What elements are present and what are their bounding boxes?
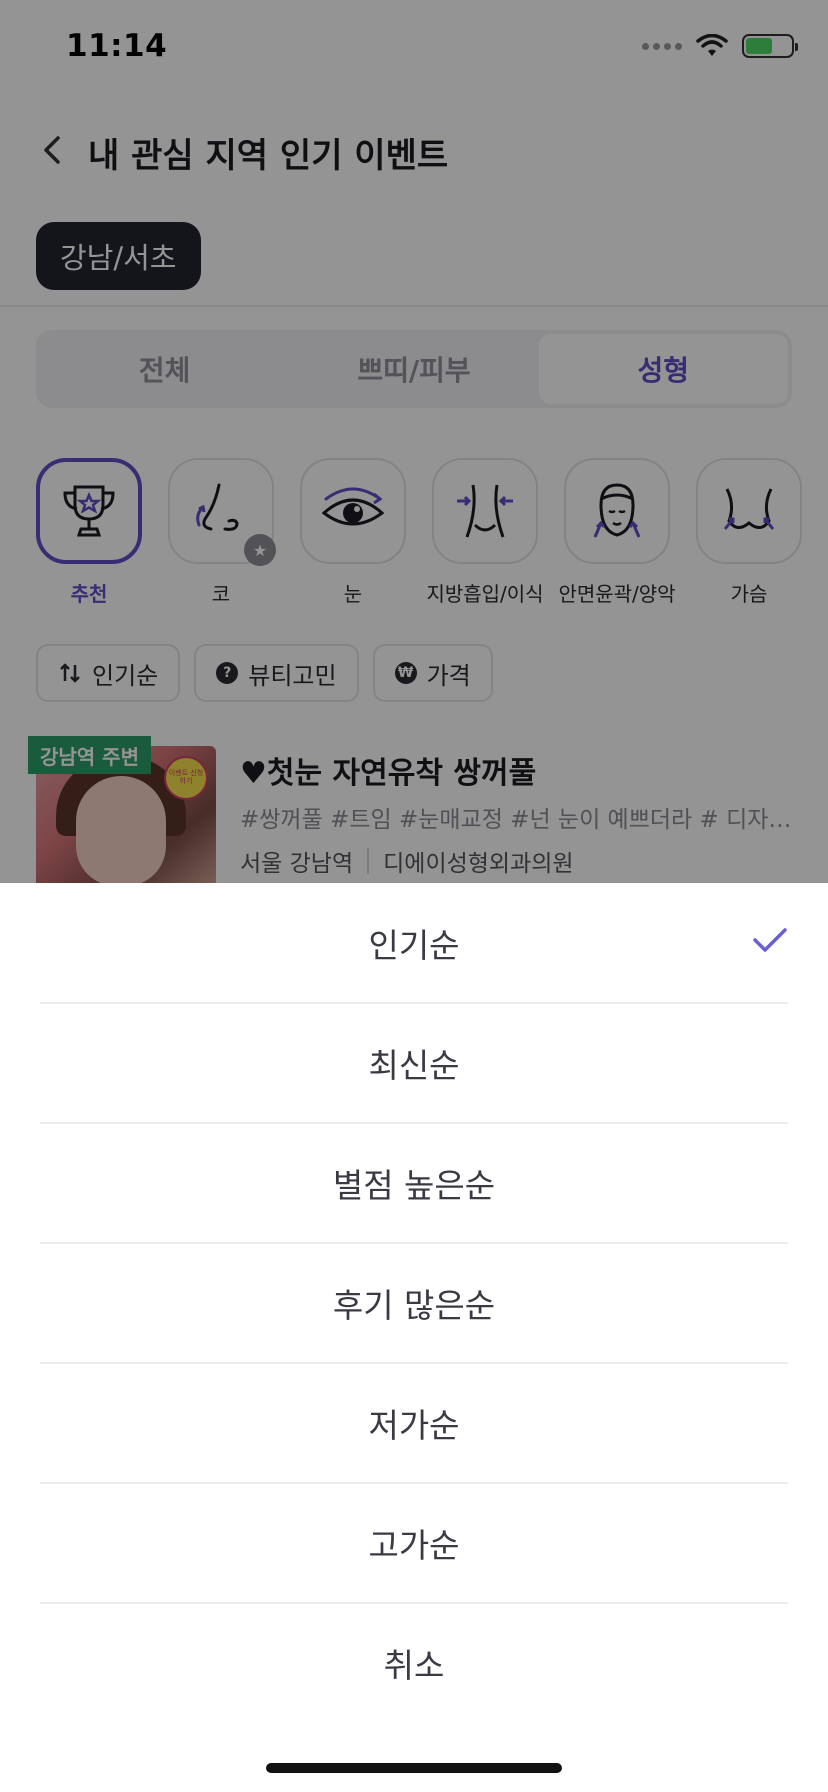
sort-option-reviews[interactable]: 후기 많은순	[40, 1243, 788, 1363]
app-root: 11:14 내 관심 지역 인기 이벤트 강남/서초 전체 쁘띠/피부 성형 추…	[0, 0, 828, 1792]
checkmark-icon	[753, 928, 787, 952]
sort-option-newest[interactable]: 최신순	[40, 1003, 788, 1123]
sort-option-high-price[interactable]: 고가순	[40, 1483, 788, 1603]
sort-option-popular[interactable]: 인기순	[40, 883, 788, 1003]
sort-option-rating[interactable]: 별점 높은순	[40, 1123, 788, 1243]
sort-option-low-price[interactable]: 저가순	[40, 1363, 788, 1483]
sort-bottom-sheet: 인기순 최신순 별점 높은순 후기 많은순 저가순 고가순 취소	[0, 883, 828, 1792]
cancel-button[interactable]: 취소	[40, 1603, 788, 1723]
home-indicator[interactable]	[266, 1763, 562, 1773]
